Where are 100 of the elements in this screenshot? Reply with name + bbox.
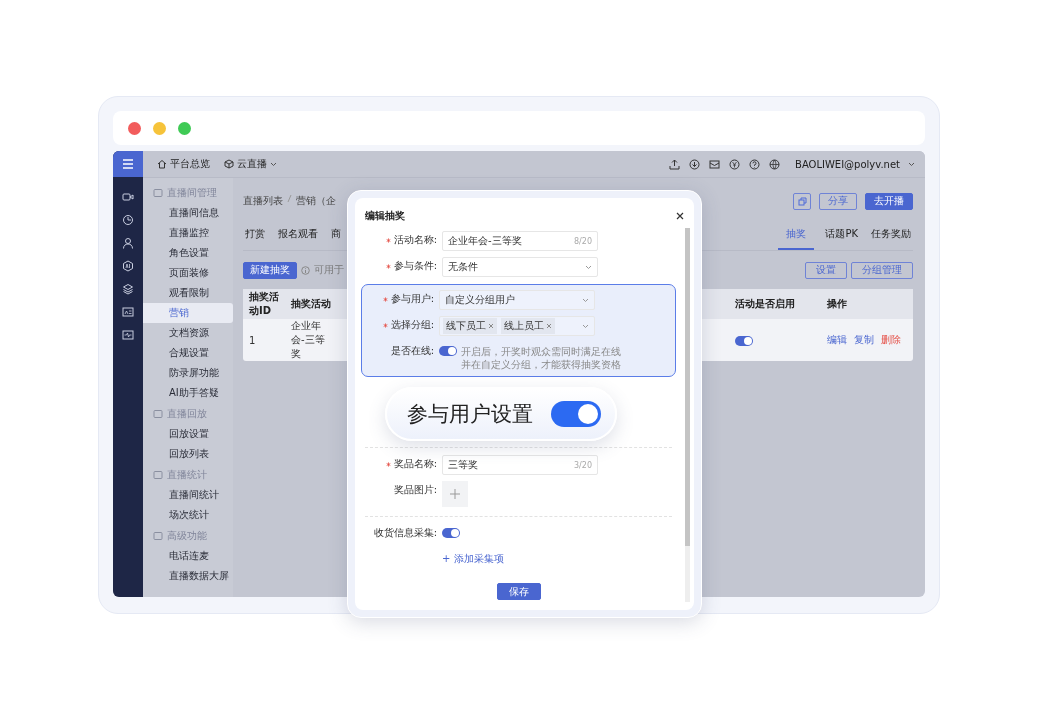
- action-link[interactable]: 编辑: [827, 333, 847, 347]
- home-icon: [157, 159, 167, 169]
- maximize-dot[interactable]: [178, 121, 191, 135]
- cube-icon: [224, 159, 234, 169]
- scrollbar[interactable]: [685, 228, 690, 602]
- new-lottery-button[interactable]: 新建抽奖: [243, 261, 297, 279]
- sidebar-item[interactable]: 直播间统计: [143, 485, 233, 505]
- group-icon: [153, 187, 163, 198]
- column-header: 抽奖活动: [291, 297, 331, 311]
- waveform-icon[interactable]: [122, 329, 134, 341]
- sidebar-item[interactable]: 直播数据大屏: [143, 566, 233, 586]
- hint-text: 可用于: [314, 263, 344, 277]
- field-label: 活动名称:: [393, 233, 437, 247]
- field-label: 选择分组:: [390, 318, 434, 332]
- sidebar-item[interactable]: 回放设置: [143, 424, 233, 444]
- download-icon[interactable]: [689, 158, 701, 170]
- breadcrumb-separator-icon: [287, 194, 292, 203]
- group-icon: [153, 530, 163, 541]
- sidebar-item[interactable]: 电话连麦: [143, 546, 233, 566]
- tag[interactable]: 线上员工: [501, 318, 555, 334]
- input-field[interactable]: 三等奖 3/20: [442, 455, 598, 475]
- help-icon[interactable]: [749, 158, 761, 170]
- select-field[interactable]: 自定义分组用户: [439, 290, 595, 310]
- action-link[interactable]: 删除: [881, 333, 901, 347]
- field-label: 奖品图片:: [393, 483, 437, 497]
- caret-icon: [582, 297, 589, 303]
- caret-icon[interactable]: [908, 161, 915, 167]
- table-cell-text: 企业年会-三等奖: [291, 319, 326, 361]
- save-button[interactable]: 保存: [496, 583, 541, 600]
- tag-select-field[interactable]: 线下员工 线上员工: [439, 316, 595, 336]
- hint-text: 开启后，开奖时观众需同时满足在线并在自定义分组，才能获得抽奖资格: [461, 345, 621, 371]
- sidebar-item[interactable]: 合规设置: [143, 343, 233, 363]
- ai-hexagon-icon[interactable]: [122, 260, 134, 272]
- caret-icon: [582, 323, 589, 329]
- tag[interactable]: 线下员工: [443, 318, 497, 334]
- field-label: 奖品名称:: [393, 457, 437, 471]
- select-field[interactable]: 无条件: [442, 257, 598, 277]
- column-header: 操作: [827, 297, 848, 311]
- sidebar-item[interactable]: 防录屏功能: [143, 363, 233, 383]
- close-dot[interactable]: [128, 121, 141, 135]
- sidebar-item[interactable]: 回放列表: [143, 444, 233, 464]
- sidebar-item[interactable]: AI助手答疑: [143, 383, 233, 403]
- dialog-title: 编辑抽奖: [365, 209, 405, 223]
- tag-remove-icon[interactable]: [546, 323, 552, 329]
- toggle-switch[interactable]: [735, 335, 753, 346]
- caret-icon: [270, 161, 277, 167]
- video-camera-icon[interactable]: [122, 191, 134, 203]
- plus-icon: [449, 488, 461, 500]
- id-card-icon[interactable]: [122, 306, 134, 318]
- upload-icon[interactable]: [669, 158, 681, 170]
- sidebar-item[interactable]: 页面装修: [143, 263, 233, 283]
- toggle-switch[interactable]: [439, 346, 457, 356]
- menu-button[interactable]: [113, 151, 143, 177]
- clock-icon[interactable]: [122, 214, 134, 226]
- mail-icon[interactable]: [709, 158, 721, 170]
- sidebar-item[interactable]: 观看限制: [143, 283, 233, 303]
- field-label: 收货信息采集:: [373, 526, 437, 540]
- callout-label: 参与用户设置: [407, 401, 533, 428]
- toggle-switch[interactable]: [551, 401, 601, 427]
- field-label: 参与条件:: [393, 259, 437, 273]
- account-menu[interactable]: BAOLIWEI@polyv.net: [795, 158, 900, 170]
- info-icon: [301, 265, 310, 275]
- breadcrumb-item[interactable]: 营销（企: [296, 194, 336, 208]
- action-link[interactable]: 复制: [854, 333, 874, 347]
- tab[interactable]: 打赏: [243, 220, 267, 250]
- breadcrumb-item[interactable]: 直播列表: [243, 194, 283, 208]
- menu-icon: [122, 159, 134, 169]
- toggle-switch[interactable]: [442, 528, 460, 538]
- copy-icon: [797, 196, 807, 206]
- sidebar-item[interactable]: 文档资源: [143, 323, 233, 343]
- add-field-link[interactable]: + 添加采集项: [442, 550, 504, 568]
- yen-icon[interactable]: [729, 158, 741, 170]
- layers-icon[interactable]: [122, 283, 134, 295]
- tag-remove-icon[interactable]: [488, 323, 494, 329]
- product-menu[interactable]: 云直播: [224, 157, 277, 171]
- group-title: 高级功能: [167, 528, 207, 543]
- sidebar-item[interactable]: 营销: [143, 303, 233, 323]
- column-header: 活动是否启用: [735, 297, 796, 311]
- input-field[interactable]: 企业年会-三等奖 8/20: [442, 231, 598, 251]
- sidebar-item[interactable]: 角色设置: [143, 243, 233, 263]
- field-label: 是否在线:: [390, 344, 434, 358]
- home-link[interactable]: 平台总览: [157, 157, 210, 171]
- globe-icon[interactable]: [769, 158, 781, 170]
- caret-icon: [585, 264, 592, 270]
- group-icon: [153, 408, 163, 419]
- minimize-dot[interactable]: [153, 121, 166, 135]
- tab[interactable]: 报名观看: [276, 220, 320, 250]
- column-header: 抽奖活动ID: [249, 290, 280, 318]
- sidebar-item[interactable]: 场次统计: [143, 505, 233, 525]
- user-icon[interactable]: [122, 237, 134, 249]
- group-icon: [153, 469, 163, 480]
- sidebar-item[interactable]: 直播间信息: [143, 203, 233, 223]
- tab[interactable]: 话题PK: [823, 220, 860, 250]
- close-icon[interactable]: [676, 212, 684, 220]
- tab[interactable]: 商: [329, 220, 343, 250]
- table-cell-text: 1: [249, 334, 257, 346]
- sidebar-item[interactable]: 直播监控: [143, 223, 233, 243]
- start-button[interactable]: 去开播: [865, 192, 913, 210]
- tab[interactable]: 任务奖励: [869, 220, 913, 250]
- field-label: 参与用户:: [390, 292, 434, 306]
